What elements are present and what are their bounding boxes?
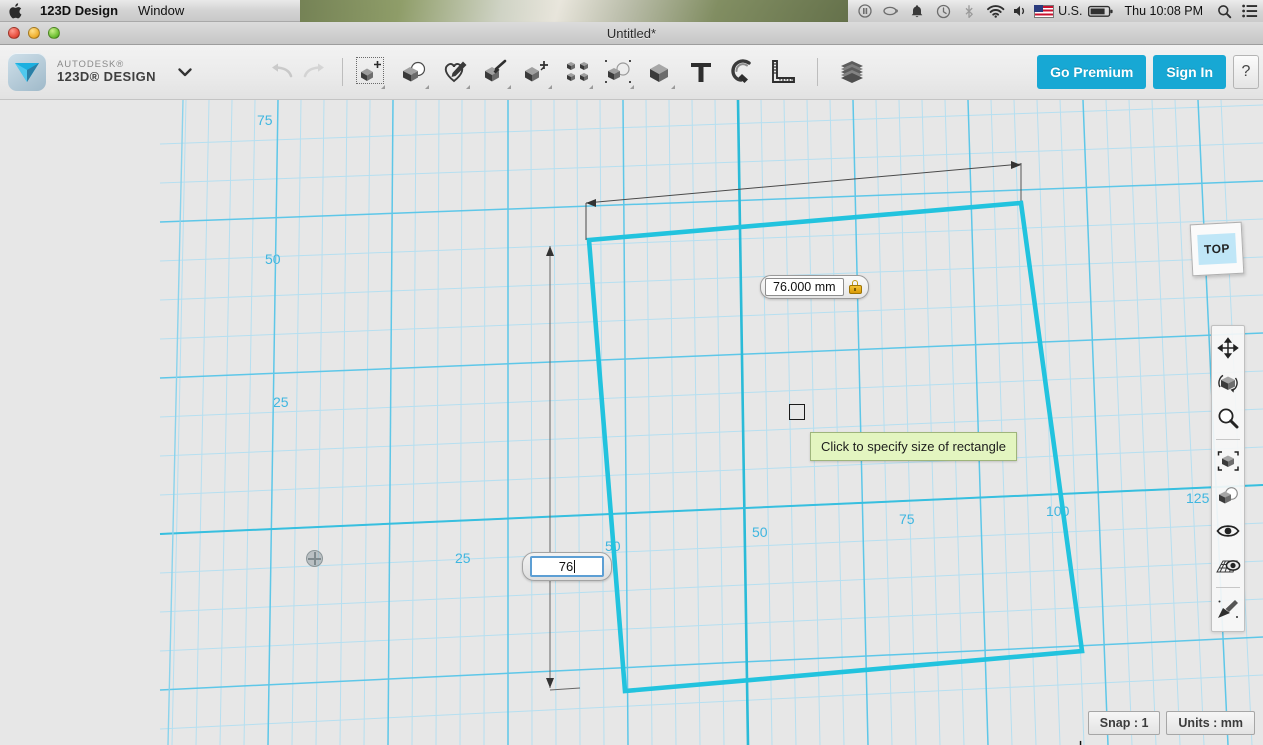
magnifier-icon[interactable] [1213, 401, 1243, 435]
menu-bar-status-area: U.S. Thu 10:08 PM [848, 0, 1263, 22]
autodesk-logo-icon [8, 53, 46, 91]
sketch-tool[interactable] [438, 52, 472, 92]
width-dimension-box[interactable]: 76.000 mm [760, 275, 869, 299]
crosshair-cursor [1079, 740, 1082, 745]
units-status[interactable]: Units : mm [1166, 711, 1255, 735]
toolbar-account-actions: Go Premium Sign In ? [1037, 55, 1263, 89]
battery-icon[interactable] [1086, 0, 1116, 22]
help-button[interactable]: ? [1233, 55, 1259, 89]
nav-divider-1 [1216, 439, 1240, 440]
menu-bar-clock[interactable]: Thu 10:08 PM [1116, 0, 1211, 22]
coffee-cup-icon[interactable] [878, 0, 904, 22]
bluetooth-icon[interactable] [956, 0, 982, 22]
width-dimension-value[interactable]: 76.000 mm [765, 278, 844, 296]
materials-tool[interactable] [835, 52, 869, 92]
nav-divider-2 [1216, 587, 1240, 588]
height-dimension-input-wrapper[interactable]: 76 [522, 552, 612, 581]
sign-in-button[interactable]: Sign In [1153, 55, 1226, 89]
modify-tool[interactable] [520, 52, 554, 92]
brand-text: AUTODESK® 123D® DESIGN [57, 60, 156, 84]
height-dimension-input[interactable]: 76 [530, 556, 604, 577]
lock-closed-icon[interactable] [848, 280, 862, 294]
origin-point[interactable] [306, 550, 323, 567]
toolbar-divider-2 [816, 58, 818, 86]
cube-rotate-icon[interactable] [1213, 366, 1243, 400]
height-dimension-value: 76 [558, 559, 574, 574]
fit-to-view-icon[interactable] [1213, 444, 1243, 478]
app-window: 123D Design Window U.S. Thu 10:08 PM Unt… [0, 0, 1263, 745]
redo-arrow-icon[interactable] [298, 52, 332, 92]
design-canvas[interactable]: 75 50 25 50 25 50 75 100 125 76.000 mm 7… [0, 100, 1263, 745]
text-caret [574, 560, 576, 573]
status-bar: Snap : 1 Units : mm [1087, 711, 1255, 735]
snap-tool[interactable] [725, 52, 759, 92]
toolbar-tools [397, 52, 869, 92]
apple-logo-icon[interactable] [0, 2, 30, 19]
text-tool[interactable] [684, 52, 718, 92]
wifi-icon[interactable] [982, 0, 1008, 22]
undo-arrow-icon[interactable] [264, 52, 298, 92]
grouping-tool[interactable] [602, 52, 636, 92]
window-title-bar: Untitled* [0, 22, 1263, 45]
toolbar-divider [341, 58, 343, 86]
mac-menu-bar: 123D Design Window U.S. Thu 10:08 PM [0, 0, 1263, 22]
snap-status[interactable]: Snap : 1 [1087, 711, 1161, 735]
combine-tool[interactable] [643, 52, 677, 92]
brand-logo: AUTODESK® 123D® DESIGN [0, 53, 156, 91]
volume-icon[interactable] [1008, 0, 1034, 22]
primitives-tool[interactable] [397, 52, 431, 92]
paint-sketch-icon[interactable] [1213, 592, 1243, 626]
input-source-flag-icon[interactable] [1034, 0, 1055, 22]
grid-eye-icon[interactable] [1213, 549, 1243, 583]
search-icon[interactable] [1211, 0, 1237, 22]
pause-icon[interactable] [852, 0, 878, 22]
brand-line-product: 123D® DESIGN [57, 69, 156, 85]
chevron-down-icon[interactable] [178, 67, 192, 77]
menu-window[interactable]: Window [128, 0, 194, 22]
navigation-palette [1211, 325, 1245, 632]
bell-icon[interactable] [904, 0, 930, 22]
snap-square-marker [789, 404, 805, 420]
time-machine-icon[interactable] [930, 0, 956, 22]
four-arrows-icon[interactable] [1213, 331, 1243, 365]
menu-app-name[interactable]: 123D Design [30, 0, 128, 22]
construct-tool[interactable] [479, 52, 513, 92]
measure-tool[interactable] [766, 52, 800, 92]
view-cube[interactable]: TOP [1189, 221, 1245, 277]
pattern-tool[interactable] [561, 52, 595, 92]
view-cube-face-label[interactable]: TOP [1197, 233, 1237, 265]
perspective-grid [159, 100, 1263, 745]
go-premium-button[interactable]: Go Premium [1037, 55, 1147, 89]
window-title: Untitled* [606, 25, 657, 41]
desktop-wallpaper [300, 0, 860, 22]
tooltip-hint: Click to specify size of rectangle [810, 432, 1017, 461]
app-toolbar: AUTODESK® 123D® DESIGN Go Premium Sign I… [0, 45, 1263, 100]
cube-shade-icon[interactable] [1213, 479, 1243, 513]
transform-tool[interactable] [353, 52, 387, 92]
notification-center-icon[interactable] [1237, 0, 1263, 22]
input-source-label[interactable]: U.S. [1054, 0, 1086, 22]
eye-icon[interactable] [1213, 514, 1243, 548]
